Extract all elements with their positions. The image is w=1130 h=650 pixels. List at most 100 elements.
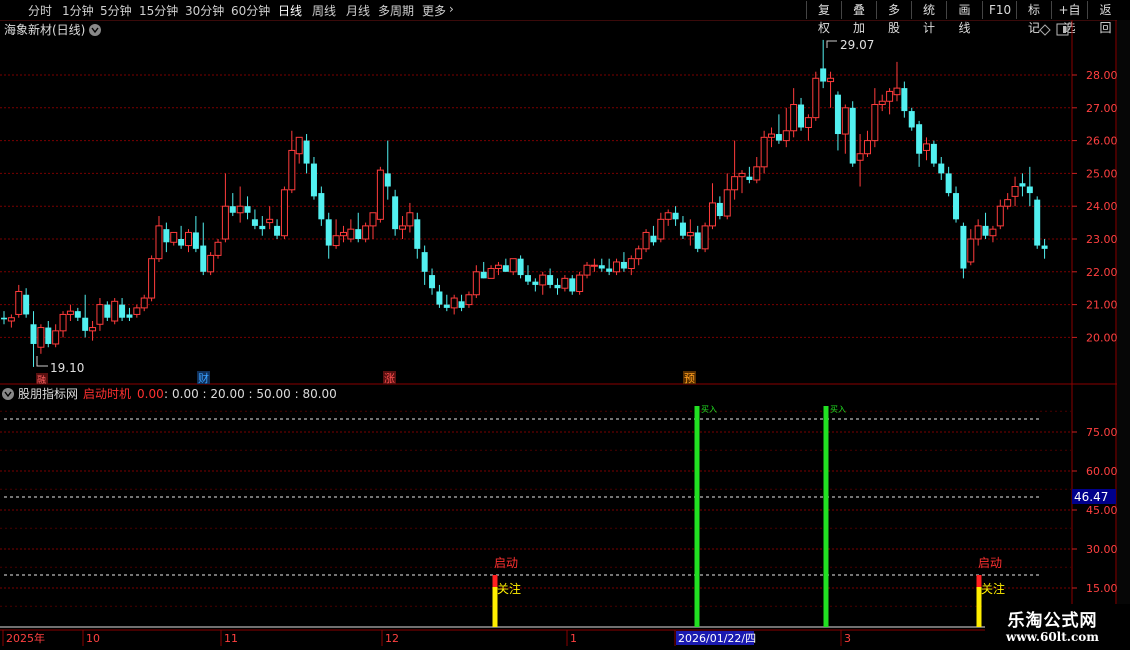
candle-body-down — [650, 235, 657, 243]
candle-body-up — [627, 258, 635, 270]
watch-signal-label: 关注 — [981, 581, 1005, 596]
candle-body-down — [163, 229, 170, 243]
candle-body-down — [554, 284, 561, 289]
high-annotation: 29.07 — [826, 38, 874, 52]
price-tick-label: 28.00 — [1086, 69, 1118, 82]
watch-signal-label: 关注 — [497, 581, 521, 596]
price-tick-label: 23.00 — [1086, 233, 1118, 246]
candle-body-down — [620, 261, 627, 269]
candle-body-down — [251, 219, 258, 226]
start-signal-label: 启动 — [494, 556, 518, 570]
candle-body-up — [856, 153, 864, 161]
candle-body-down — [901, 88, 908, 112]
candle-body-down — [916, 124, 923, 154]
candle-body-up — [450, 297, 458, 309]
diamond-icon[interactable] — [1039, 24, 1051, 36]
candle-body-up — [841, 107, 849, 135]
date-label: 11 — [224, 632, 238, 645]
candle-body-down — [436, 291, 443, 305]
price-tick-label: 21.00 — [1086, 299, 1118, 312]
candle-body-up — [989, 228, 997, 237]
level-separator: : — [164, 387, 168, 401]
candle-body-up — [7, 317, 15, 322]
price-axis: 28.00 27.00 26.00 25.00 24.00 23.00 22.00 21.00… — [1072, 69, 1118, 344]
candle-body-up — [207, 254, 215, 273]
panel-layout-icon[interactable] — [1056, 23, 1069, 36]
candle-body-down — [45, 327, 52, 344]
buy-signal-label: 买入 — [830, 405, 846, 414]
indicator-line-value: 0.00 — [137, 387, 164, 401]
candle-body-down — [672, 212, 679, 220]
current-value: 46.47 — [1074, 490, 1108, 504]
candle-body-up — [376, 169, 384, 220]
chart-canvas: 海象新材(日线) 股朋指标网 启动时机 0.00 0.00 : 20.00 : … — [0, 20, 1130, 646]
candle-body-up — [701, 225, 709, 250]
candle-body-up — [539, 274, 547, 286]
event-marker-forecast[interactable]: 预 — [683, 371, 696, 385]
candle-body-down — [908, 111, 915, 128]
candle-body-down — [798, 104, 805, 128]
price-tick-label: 27.00 — [1086, 102, 1118, 115]
candle-body-down — [1019, 183, 1026, 187]
indicator-name: 股朋指标网 — [18, 386, 78, 401]
candle-body-down — [318, 193, 325, 220]
candle-body-down — [746, 176, 753, 180]
candle-body-up — [509, 258, 517, 273]
right-edge-strip — [1117, 20, 1130, 630]
candle-body-up — [723, 189, 731, 217]
candle-body-up — [369, 212, 377, 227]
indicator-tick-label: 60.00 — [1086, 465, 1118, 478]
candle-body-down — [429, 275, 436, 289]
candle-body-up — [155, 225, 163, 260]
event-marker-finance[interactable]: 财 — [197, 371, 210, 385]
current-value-box: 46.47 — [1072, 489, 1116, 504]
candle-body-up — [214, 241, 222, 256]
candle-body-up — [613, 261, 621, 273]
candle-body-up — [790, 104, 798, 132]
candle-body-down — [414, 219, 421, 249]
candle-body-down — [598, 265, 605, 269]
price-tick-label: 22.00 — [1086, 266, 1118, 279]
candle-body-down — [532, 281, 539, 285]
candle-body-up — [148, 258, 156, 299]
buy-signal-bar — [694, 406, 700, 627]
date-label: 2025年 — [6, 631, 45, 645]
candle-body-up — [339, 231, 347, 237]
candle-body-down — [960, 225, 967, 269]
candle-body-up — [362, 225, 370, 240]
indicator-level-values: 0.00 : 20.00 : 50.00 : 80.00 — [172, 387, 337, 401]
low-marker-glyph: 融 — [37, 375, 46, 386]
candle-body-up — [642, 231, 650, 250]
event-marker-limitup[interactable]: 涨 — [383, 371, 396, 385]
candle-body-up — [561, 277, 569, 289]
candle-body-up — [782, 130, 790, 142]
price-tick-label: 25.00 — [1086, 167, 1118, 180]
candle-body-up — [15, 290, 23, 315]
event-marker-forecast-text: 预 — [684, 372, 695, 385]
candle-body-up — [760, 136, 768, 168]
candle-body-up — [974, 225, 982, 240]
candle-body-up — [406, 212, 414, 227]
candle-body-down — [1034, 199, 1041, 246]
candle-body-down — [119, 304, 126, 318]
candle-body-down — [244, 206, 251, 213]
indicator-axis: 75.00 60.00 45.00 30.00 15.00 — [1072, 426, 1118, 595]
candle-body-down — [849, 107, 856, 164]
indicator-dropdown-icon[interactable] — [2, 388, 14, 400]
candle-body-down — [517, 258, 524, 276]
candle-body-up — [89, 327, 97, 332]
candle-body-up — [236, 205, 244, 214]
candle-body-down — [606, 268, 613, 272]
candle-body-up — [708, 202, 716, 227]
candle-body-down — [421, 252, 428, 272]
candle-body-up — [590, 264, 598, 267]
buy-signal-bar — [823, 406, 829, 627]
title-dropdown-icon[interactable] — [89, 24, 101, 36]
candle-body-down — [524, 275, 531, 282]
candle-body-up — [576, 274, 584, 292]
candle-body-up — [111, 300, 119, 322]
candle-body-up — [768, 133, 776, 138]
candle-body-down — [178, 239, 185, 246]
candle-body-up — [878, 100, 886, 106]
date-cursor-label: 2026/01/22/四 — [678, 632, 756, 645]
